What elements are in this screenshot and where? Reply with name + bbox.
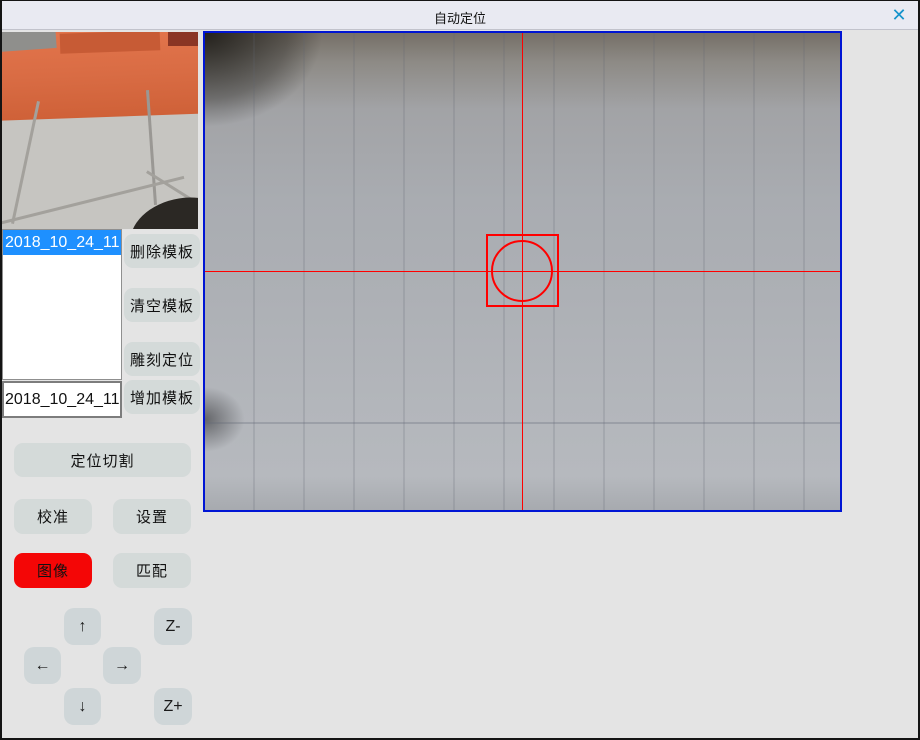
thumb-orange-block (60, 32, 161, 54)
jog-down-button[interactable]: ↓ (64, 688, 101, 725)
delete-template-button[interactable]: 删除模板 (124, 234, 200, 268)
match-button[interactable]: 匹配 (113, 553, 191, 588)
thumb-darkred-corner (168, 32, 198, 46)
position-cut-button[interactable]: 定位切割 (14, 443, 191, 477)
titlebar: 自动定位 ✕ (2, 1, 918, 30)
settings-button[interactable]: 设置 (113, 499, 191, 534)
list-item-selected[interactable]: 2018_10_24_11 (3, 230, 121, 255)
image-button[interactable]: 图像 (14, 553, 92, 588)
engrave-position-button[interactable]: 雕刻定位 (124, 342, 200, 376)
page-title: 自动定位 (2, 8, 918, 27)
jog-left-button[interactable]: ← (24, 647, 61, 684)
auto-position-dialog: 自动定位 ✕ 2018_10_24_11 删除模板 清空模板 雕刻定位 增加模板… (0, 0, 920, 740)
close-icon[interactable]: ✕ (886, 3, 912, 27)
jog-z-plus-button[interactable]: Z+ (154, 688, 192, 725)
roi-circle (491, 240, 553, 302)
template-thumbnail (2, 32, 198, 229)
jog-z-minus-button[interactable]: Z- (154, 608, 192, 645)
jog-up-button[interactable]: ↑ (64, 608, 101, 645)
clear-template-button[interactable]: 清空模板 (124, 288, 200, 322)
camera-view[interactable] (203, 31, 842, 512)
calibrate-button[interactable]: 校准 (14, 499, 92, 534)
jog-right-button[interactable]: → (103, 647, 141, 684)
template-list[interactable]: 2018_10_24_11 (2, 229, 122, 380)
add-template-button[interactable]: 增加模板 (124, 380, 200, 414)
template-name-field[interactable] (2, 381, 122, 418)
